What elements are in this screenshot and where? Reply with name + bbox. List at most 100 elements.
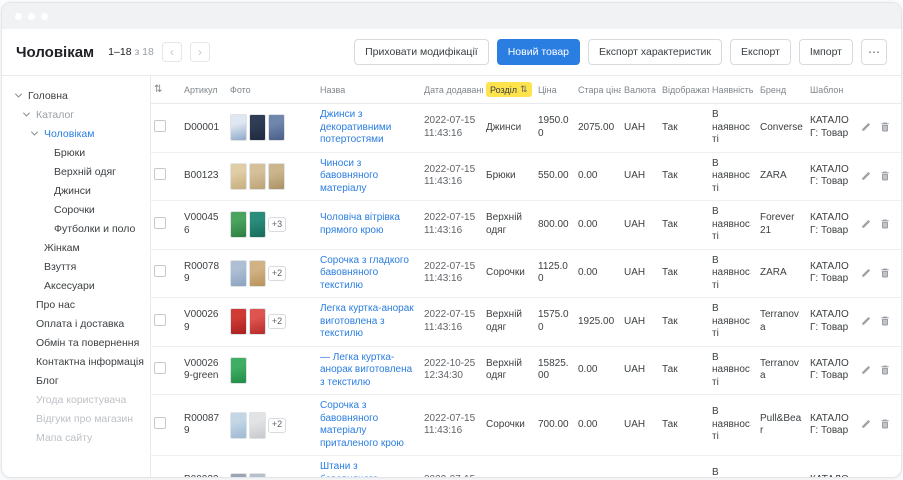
- product-name-link[interactable]: Штани з бавовняного матеріалу прямого кр…: [320, 461, 407, 477]
- edit-icon[interactable]: [860, 364, 872, 377]
- product-photo-thumb[interactable]: [230, 473, 247, 478]
- sort-rows-icon[interactable]: ⇅: [154, 84, 162, 95]
- sidebar-item[interactable]: Брюки: [16, 143, 150, 162]
- sidebar-item[interactable]: Сорочки: [16, 200, 150, 219]
- row-checkbox[interactable]: [154, 120, 166, 132]
- window-control-dot[interactable]: [28, 13, 35, 20]
- more-actions-button[interactable]: ⋯: [861, 39, 887, 65]
- product-name-link[interactable]: Сорочка з бавовняного матеріалу притален…: [320, 400, 404, 449]
- product-photo-thumb[interactable]: [268, 163, 285, 190]
- column-header-display[interactable]: Відображати: [659, 76, 709, 104]
- edit-icon[interactable]: [860, 315, 872, 328]
- product-photo-thumb[interactable]: [230, 163, 247, 190]
- product-price: 550.00: [538, 170, 569, 181]
- product-photo-thumb[interactable]: [249, 473, 266, 478]
- product-photo-thumb[interactable]: [230, 357, 247, 384]
- sidebar-item[interactable]: Чоловікам: [16, 124, 150, 143]
- column-header-photo[interactable]: Фото: [227, 76, 317, 104]
- sidebar-item[interactable]: Мапа сайту: [16, 428, 150, 447]
- delete-icon[interactable]: [879, 267, 891, 280]
- edit-icon[interactable]: [860, 267, 872, 280]
- sidebar-item[interactable]: Про нас: [16, 295, 150, 314]
- sidebar-item[interactable]: Аксесуари: [16, 276, 150, 295]
- column-header-currency[interactable]: Валюта: [621, 76, 659, 104]
- product-photo-thumb[interactable]: [230, 211, 247, 238]
- delete-icon[interactable]: [879, 121, 891, 134]
- delete-icon[interactable]: [879, 315, 891, 328]
- row-checkbox[interactable]: [154, 362, 166, 374]
- sidebar-item[interactable]: Угода користувача: [16, 390, 150, 409]
- product-section: Верхній одяг: [486, 212, 522, 236]
- next-page-button[interactable]: ›: [190, 42, 210, 62]
- column-header-old-price[interactable]: Стара ціна: [575, 76, 621, 104]
- sidebar-item[interactable]: Оплата і доставка: [16, 314, 150, 333]
- product-photo-thumb[interactable]: [249, 211, 266, 238]
- product-photo-thumb[interactable]: [230, 308, 247, 335]
- product-name-link[interactable]: Сорочка з гладкого бавовняного текстилю: [320, 255, 409, 291]
- delete-icon[interactable]: [879, 170, 891, 183]
- product-photo-thumb[interactable]: [249, 114, 266, 141]
- window-control-dot[interactable]: [15, 13, 22, 20]
- window-control-dot[interactable]: [41, 13, 48, 20]
- row-checkbox[interactable]: [154, 417, 166, 429]
- sidebar-item[interactable]: Відгуки про магазин: [16, 409, 150, 428]
- product-photo-thumb[interactable]: [268, 114, 285, 141]
- sidebar-item[interactable]: Головна: [16, 86, 150, 105]
- export-characteristics-button[interactable]: Експорт характеристик: [588, 39, 722, 65]
- row-checkbox[interactable]: [154, 217, 166, 229]
- product-photo-thumb[interactable]: [230, 412, 247, 439]
- sidebar-item[interactable]: Футболки и поло: [16, 219, 150, 238]
- sidebar-item[interactable]: Блог: [16, 371, 150, 390]
- import-button[interactable]: Імпорт: [799, 39, 853, 65]
- product-name-link[interactable]: — Легка куртка-анорак виготовлена з текс…: [320, 352, 412, 388]
- sidebar-item[interactable]: Взуття: [16, 257, 150, 276]
- column-header-sku[interactable]: Артикул: [181, 76, 227, 104]
- product-name-link[interactable]: Чоловіча вітрівка прямого крою: [320, 212, 400, 236]
- more-photos-badge[interactable]: +2: [268, 418, 286, 433]
- product-photo-thumb[interactable]: [249, 260, 266, 287]
- delete-icon[interactable]: [879, 364, 891, 377]
- product-name-link[interactable]: Легка куртка-анорак виготовлена з тексти…: [320, 303, 414, 339]
- delete-icon[interactable]: [879, 418, 891, 431]
- product-photo-thumb[interactable]: [230, 260, 247, 287]
- row-checkbox[interactable]: [154, 314, 166, 326]
- more-photos-badge[interactable]: +2: [268, 314, 286, 329]
- edit-icon[interactable]: [860, 418, 872, 431]
- prev-page-button[interactable]: ‹: [162, 42, 182, 62]
- more-photos-badge[interactable]: +3: [268, 217, 286, 232]
- chevron-down-icon[interactable]: [16, 93, 28, 98]
- delete-icon[interactable]: [879, 218, 891, 231]
- edit-icon[interactable]: [860, 121, 872, 134]
- column-header-name[interactable]: Назва: [317, 76, 421, 104]
- row-checkbox[interactable]: [154, 168, 166, 180]
- sidebar-item[interactable]: Джинси: [16, 181, 150, 200]
- product-sku: R000789: [184, 261, 219, 285]
- column-header-brand[interactable]: Бренд: [757, 76, 807, 104]
- product-name-link[interactable]: Джинси з декоративними потертостями: [320, 109, 391, 145]
- product-photo-thumb[interactable]: [230, 114, 247, 141]
- column-header-availability[interactable]: Наявність: [709, 76, 757, 104]
- sidebar-item[interactable]: Обмін та повернення: [16, 333, 150, 352]
- column-header-section-sorted[interactable]: Розділ ⇅: [486, 82, 532, 97]
- sidebar-item[interactable]: Верхній одяг: [16, 162, 150, 181]
- product-photo-thumb[interactable]: [249, 308, 266, 335]
- export-button[interactable]: Експорт: [730, 39, 791, 65]
- column-header-price[interactable]: Ціна: [535, 76, 575, 104]
- edit-icon[interactable]: [860, 218, 872, 231]
- more-photos-badge[interactable]: +2: [268, 266, 286, 281]
- product-name-link[interactable]: Чиноси з бавовняного матеріалу: [320, 158, 378, 194]
- product-photo-thumb[interactable]: [249, 163, 266, 190]
- column-header-template[interactable]: Шаблон: [807, 76, 857, 104]
- product-photo-thumb[interactable]: [249, 412, 266, 439]
- column-header-date[interactable]: Дата додавання: [421, 76, 483, 104]
- edit-icon[interactable]: [860, 170, 872, 183]
- sidebar-item[interactable]: Контактна інформація: [16, 352, 150, 371]
- new-product-button[interactable]: Новий товар: [497, 39, 580, 65]
- hide-modifications-button[interactable]: Приховати модифікації: [354, 39, 489, 65]
- pagination-range: 1–18: [108, 46, 131, 58]
- chevron-down-icon[interactable]: [32, 131, 44, 136]
- sidebar-item[interactable]: Жінкам: [16, 238, 150, 257]
- chevron-down-icon[interactable]: [24, 112, 36, 117]
- row-checkbox[interactable]: [154, 265, 166, 277]
- sidebar-item[interactable]: Каталог: [16, 105, 150, 124]
